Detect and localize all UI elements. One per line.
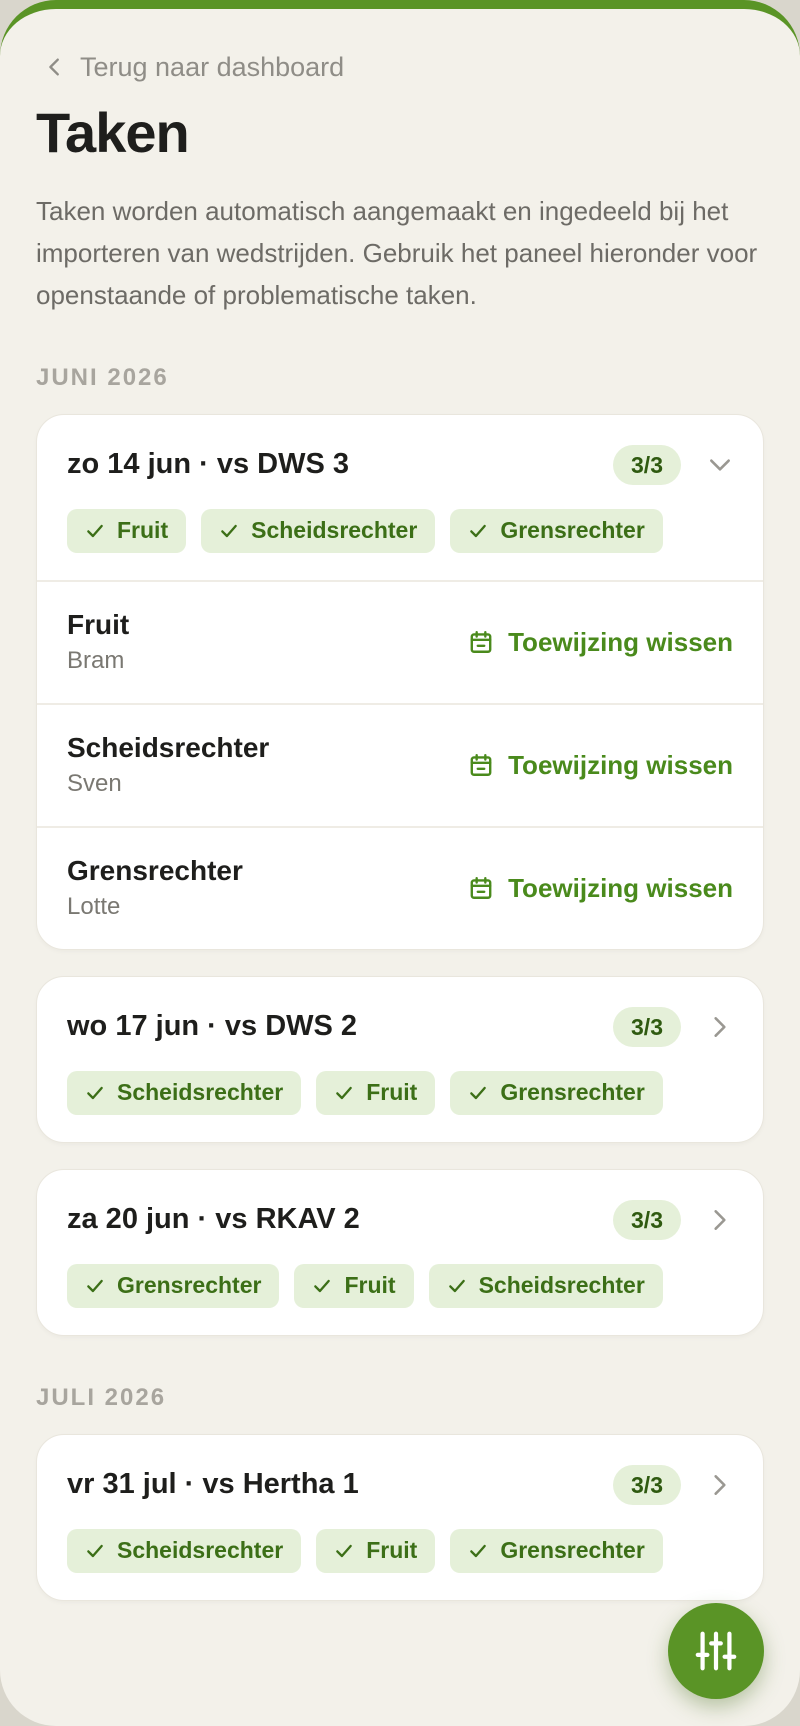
task-count-badge: 3/3	[613, 1464, 681, 1505]
match-title: wo 17 jun · vs DWS 2	[67, 1010, 358, 1043]
task-row: Fruit Bram Toewijzing wissen	[37, 579, 763, 703]
match-card[interactable]: za 20 jun · vs RKAV 2 3/3 Grensrechter F…	[36, 1168, 764, 1336]
task-chip-label: Scheidsrechter	[478, 1272, 645, 1299]
task-chip-label: Fruit	[117, 517, 169, 544]
calendar-remove-icon	[470, 877, 492, 900]
match-card-header[interactable]: za 20 jun · vs RKAV 2 3/3 Grensrechter F…	[37, 1170, 763, 1335]
task-chip: Scheidsrechter	[67, 1070, 302, 1115]
page-intro: Taken worden automatisch aangemaakt en i…	[36, 195, 758, 310]
task-row: Scheidsrechter Sven Toewijzing wissen	[37, 702, 763, 826]
task-chip-label: Grensrechter	[500, 1079, 645, 1106]
check-icon	[470, 1086, 487, 1099]
task-chip: Scheidsrechter	[201, 508, 436, 553]
task-chip-label: Grensrechter	[500, 1537, 645, 1564]
task-chip: Grensrechter	[450, 1070, 663, 1115]
task-chip: Fruit	[294, 1263, 414, 1308]
task-chip: Fruit	[316, 1070, 436, 1115]
task-chip: Scheidsrechter	[428, 1263, 663, 1308]
task-chip-label: Fruit	[366, 1079, 418, 1106]
task-chip: Scheidsrechter	[67, 1528, 302, 1573]
clear-assignment-button[interactable]: Toewijzing wissen	[468, 750, 733, 781]
task-chip-label: Scheidsrechter	[117, 1079, 284, 1106]
check-icon	[87, 1544, 103, 1557]
task-assignee: Sven	[67, 770, 122, 798]
task-count-badge: 3/3	[613, 1006, 681, 1047]
check-icon	[87, 1279, 103, 1292]
task-count-badge: 3/3	[613, 1199, 681, 1240]
check-icon	[470, 1544, 487, 1557]
task-chips: Scheidsrechter Fruit Grensrechter	[67, 1528, 733, 1573]
match-title: vr 31 jul · vs Hertha 1	[67, 1468, 359, 1501]
task-chip: Fruit	[316, 1528, 436, 1573]
match-card-header[interactable]: wo 17 jun · vs DWS 2 3/3 Scheidsrechter …	[37, 977, 763, 1142]
task-row: Grensrechter Lotte Toewijzing wissen	[37, 825, 763, 949]
check-icon	[470, 524, 487, 537]
match-title: zo 14 jun · vs DWS 3	[67, 448, 349, 481]
task-assignee: Bram	[67, 647, 125, 675]
main-content: Terug naar dashboard Taken Taken worden …	[0, 9, 800, 1601]
check-icon	[314, 1279, 331, 1292]
match-card: zo 14 jun · vs DWS 3 3/3 Fruit Scheidsre…	[36, 413, 764, 950]
clear-assignment-label: Toewijzing wissen	[508, 872, 733, 903]
clear-assignment-button[interactable]: Toewijzing wissen	[468, 627, 733, 658]
check-icon	[448, 1279, 465, 1292]
check-icon	[87, 524, 103, 537]
chevron-down-icon[interactable]	[707, 452, 733, 478]
task-count-badge: 3/3	[613, 444, 681, 485]
back-link-label: Terug naar dashboard	[80, 51, 345, 82]
task-title: Scheidsrechter	[67, 732, 270, 764]
back-link[interactable]: Terug naar dashboard	[44, 46, 764, 88]
check-icon	[221, 524, 237, 537]
task-chip: Grensrechter	[450, 508, 663, 553]
task-chip-label: Scheidsrechter	[251, 517, 418, 544]
task-title: Grensrechter	[67, 855, 243, 887]
calendar-remove-icon	[470, 754, 492, 777]
task-chip: Grensrechter	[450, 1528, 663, 1573]
filter-fab-button[interactable]	[668, 1603, 764, 1699]
task-chip-label: Scheidsrechter	[117, 1537, 284, 1564]
match-title: za 20 jun · vs RKAV 2	[67, 1203, 360, 1236]
task-chips: Scheidsrechter Fruit Grensrechter	[67, 1070, 733, 1115]
check-icon	[336, 1544, 353, 1557]
chevron-right-icon[interactable]	[707, 1207, 733, 1233]
task-chip-label: Fruit	[344, 1272, 396, 1299]
calendar-remove-icon	[470, 631, 492, 654]
chevron-right-icon[interactable]	[707, 1014, 733, 1040]
task-title: Fruit	[67, 609, 130, 641]
section-label-june: JUNI 2026	[36, 363, 169, 391]
task-chip-label: Grensrechter	[117, 1272, 262, 1299]
match-card-header[interactable]: zo 14 jun · vs DWS 3 3/3 Fruit Scheidsre…	[37, 415, 763, 580]
clear-assignment-label: Toewijzing wissen	[508, 749, 733, 780]
chevron-right-icon[interactable]	[707, 1472, 733, 1498]
sliders-icon	[695, 1631, 737, 1671]
task-chips: Grensrechter Fruit Scheidsrechter	[67, 1263, 733, 1308]
screen: Terug naar dashboard Taken Taken worden …	[0, 0, 800, 1726]
task-chip: Grensrechter	[67, 1263, 280, 1308]
task-chip-label: Grensrechter	[500, 517, 645, 544]
task-chip: Fruit	[67, 508, 187, 553]
section-label-july: JULI 2026	[36, 1383, 167, 1411]
match-card-header[interactable]: vr 31 jul · vs Hertha 1 3/3 Scheidsrecht…	[37, 1435, 763, 1600]
task-chip-label: Fruit	[366, 1537, 418, 1564]
task-chips: Fruit Scheidsrechter Grensrechter	[67, 508, 733, 553]
page-title: Taken	[36, 101, 190, 164]
clear-assignment-label: Toewijzing wissen	[508, 626, 733, 657]
match-card[interactable]: vr 31 jul · vs Hertha 1 3/3 Scheidsrecht…	[36, 1433, 764, 1601]
clear-assignment-button[interactable]: Toewijzing wissen	[468, 873, 733, 904]
check-icon	[336, 1086, 353, 1099]
check-icon	[87, 1086, 103, 1099]
chevron-left-icon	[49, 58, 59, 76]
task-assignee: Lotte	[67, 893, 121, 921]
match-card[interactable]: wo 17 jun · vs DWS 2 3/3 Scheidsrechter …	[36, 975, 764, 1143]
